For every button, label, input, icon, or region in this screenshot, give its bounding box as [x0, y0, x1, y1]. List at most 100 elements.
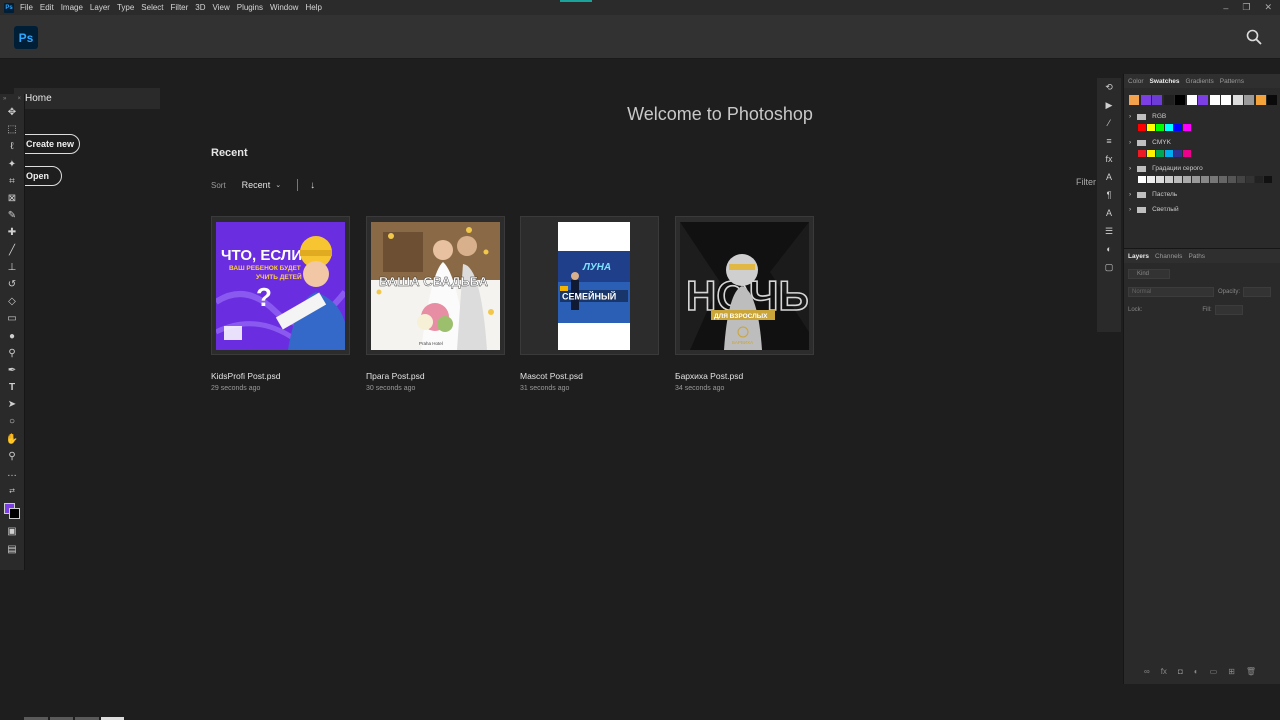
tab-gradients[interactable]: Gradients: [1186, 78, 1214, 85]
swatch[interactable]: [1183, 176, 1191, 183]
history-icon[interactable]: ⟲: [1097, 78, 1121, 96]
lasso-tool-icon[interactable]: ℓ: [0, 138, 24, 155]
properties-icon[interactable]: ☰: [1097, 222, 1121, 240]
move-tool-icon[interactable]: ✥: [0, 104, 24, 121]
swatch[interactable]: [1183, 124, 1191, 131]
swatch[interactable]: [1267, 95, 1277, 105]
tab-swatches[interactable]: Swatches: [1150, 78, 1180, 85]
chevron-icon[interactable]: ›: [1129, 206, 1131, 213]
menu-select[interactable]: Select: [141, 3, 163, 12]
chevron-icon[interactable]: ›: [1129, 165, 1131, 172]
tab-patterns[interactable]: Patterns: [1220, 78, 1244, 85]
menu-plugins[interactable]: Plugins: [237, 3, 263, 12]
swatch[interactable]: [1174, 124, 1182, 131]
swatch[interactable]: [1140, 95, 1151, 105]
dodge-tool-icon[interactable]: ⚲: [0, 345, 24, 362]
swatch[interactable]: [1165, 176, 1173, 183]
tab-channels[interactable]: Channels: [1155, 253, 1182, 260]
filter-input[interactable]: Filter: [1076, 177, 1096, 187]
swatch[interactable]: [1138, 124, 1146, 131]
eraser-tool-icon[interactable]: ◇: [0, 293, 24, 310]
eyedropper-tool-icon[interactable]: ✎: [0, 207, 24, 224]
swatch[interactable]: [1183, 150, 1191, 157]
chevron-down-icon[interactable]: ⌄: [275, 181, 281, 189]
color-swatches[interactable]: [0, 499, 24, 523]
ellipse-tool-icon[interactable]: ○: [0, 413, 24, 430]
blur-tool-icon[interactable]: ●: [0, 327, 24, 344]
menu-help[interactable]: Help: [305, 3, 321, 12]
swatch[interactable]: [1244, 95, 1254, 105]
menu-edit[interactable]: Edit: [40, 3, 54, 12]
tab-color[interactable]: Color: [1128, 78, 1144, 85]
swatch[interactable]: [1221, 95, 1231, 105]
link-icon[interactable]: ∞: [1144, 667, 1150, 676]
chevron-icon[interactable]: ›: [1129, 113, 1131, 120]
zoom-tool-icon[interactable]: ⚲: [0, 448, 24, 465]
menu-layer[interactable]: Layer: [90, 3, 110, 12]
swatch[interactable]: [1165, 150, 1173, 157]
swatch[interactable]: [1232, 95, 1243, 105]
magic-wand-tool-icon[interactable]: ✦: [0, 156, 24, 173]
glyphs-icon[interactable]: A: [1097, 204, 1121, 222]
file-name[interactable]: Mascot Post.psd: [520, 371, 583, 381]
actions-play-icon[interactable]: ▶: [1097, 96, 1121, 114]
menu-3d[interactable]: 3D: [195, 3, 205, 12]
pen-tool-icon[interactable]: ✒: [0, 362, 24, 379]
swatch[interactable]: [1255, 176, 1263, 183]
brush-settings-icon[interactable]: ⁄: [1097, 114, 1121, 132]
history-brush-tool-icon[interactable]: ↺: [0, 276, 24, 293]
swatch[interactable]: [1138, 176, 1146, 183]
restore-button[interactable]: ❐: [1242, 2, 1250, 13]
background-color-swatch[interactable]: [9, 508, 20, 520]
fx-icon[interactable]: fx: [1161, 667, 1167, 676]
swatch[interactable]: [1201, 176, 1209, 183]
delete-icon[interactable]: 🗑: [1246, 667, 1256, 676]
swatch[interactable]: [1174, 176, 1182, 183]
menu-window[interactable]: Window: [270, 3, 298, 12]
swatch[interactable]: [1210, 176, 1218, 183]
swatch[interactable]: [1156, 150, 1164, 157]
minimize-button[interactable]: –: [1223, 3, 1228, 13]
swatch[interactable]: [1156, 124, 1164, 131]
menu-type[interactable]: Type: [117, 3, 134, 12]
fill-input[interactable]: [1214, 305, 1243, 315]
swatch-group[interactable]: › Градации серого: [1129, 165, 1280, 172]
brush-tool-icon[interactable]: ╱: [0, 242, 24, 259]
hand-tool-icon[interactable]: ✋: [0, 431, 24, 448]
gradient-tool-icon[interactable]: ▭: [0, 310, 24, 327]
marquee-tool-icon[interactable]: ⬚: [0, 121, 24, 138]
recent-file-card[interactable]: ЧТО, ЕСЛИ ВАШ РЕБЕНОК БУДЕТ УЧИТЬ ДЕТЕЙ …: [211, 216, 350, 355]
blend-mode-select[interactable]: Normal: [1128, 287, 1214, 297]
menu-file[interactable]: File: [20, 3, 33, 12]
file-name[interactable]: Прага Post.psd: [366, 371, 425, 381]
recent-file-card[interactable]: ЛУНА СЕМЕЙНЫЙ: [520, 216, 659, 355]
opacity-input[interactable]: [1243, 287, 1272, 297]
photoshop-logo[interactable]: Ps: [14, 26, 38, 49]
new-layer-icon[interactable]: ⊞: [1228, 667, 1235, 676]
swatch[interactable]: [1246, 176, 1254, 183]
crop-tool-icon[interactable]: ⌗: [0, 173, 24, 190]
swatch[interactable]: [1156, 176, 1164, 183]
mask-icon[interactable]: ◘: [1178, 667, 1183, 676]
sort-direction-icon[interactable]: ↓: [310, 180, 315, 191]
swatch[interactable]: [1152, 95, 1162, 105]
tab-paths[interactable]: Paths: [1188, 253, 1205, 260]
swatch[interactable]: [1198, 95, 1208, 105]
swatch[interactable]: [1138, 150, 1146, 157]
file-name[interactable]: Бархиха Post.psd: [675, 371, 743, 381]
swatch[interactable]: [1264, 176, 1272, 183]
sidebar-item-home[interactable]: Home: [14, 88, 160, 109]
adjust-icon[interactable]: ≡: [1097, 132, 1121, 150]
frame-tool-icon[interactable]: ⊠: [0, 190, 24, 207]
paragraph-icon[interactable]: ¶: [1097, 186, 1121, 204]
swatch[interactable]: [1186, 95, 1197, 105]
file-name[interactable]: KidsProfi Post.psd: [211, 371, 280, 381]
swatch[interactable]: [1219, 176, 1227, 183]
swatch[interactable]: [1147, 124, 1155, 131]
menu-image[interactable]: Image: [61, 3, 83, 12]
swatch[interactable]: [1129, 95, 1139, 105]
libraries-icon[interactable]: ▢: [1097, 258, 1121, 276]
swatch[interactable]: [1165, 124, 1173, 131]
swatch-group[interactable]: › Пастель: [1129, 191, 1280, 198]
clone-stamp-tool-icon[interactable]: ⊥: [0, 259, 24, 276]
